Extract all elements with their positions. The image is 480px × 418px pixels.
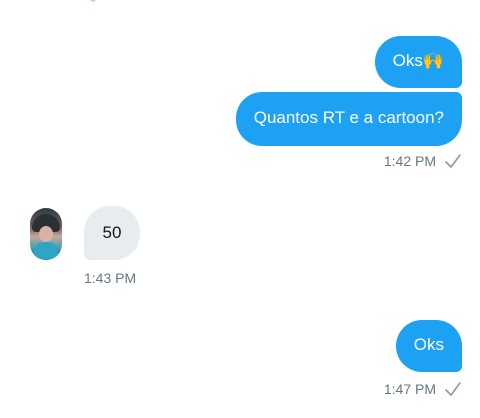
message-timestamp: 1:47 PM bbox=[383, 381, 436, 397]
message-meta: 1:42 PM bbox=[384, 153, 462, 169]
scroll-edge-mark bbox=[90, 0, 96, 2]
avatar-face bbox=[39, 226, 53, 242]
message-thread: Oks🙌 Quantos RT e a cartoon? 1:42 PM 50 … bbox=[0, 0, 480, 418]
check-icon bbox=[444, 381, 462, 397]
outgoing-message-bubble[interactable]: Oks🙌 bbox=[374, 36, 462, 88]
avatar[interactable] bbox=[30, 208, 62, 260]
check-icon bbox=[444, 153, 462, 169]
outgoing-message-bubble[interactable]: Quantos RT e a cartoon? bbox=[235, 92, 462, 146]
outgoing-message-bubble[interactable]: Oks bbox=[395, 320, 462, 372]
message-text: 50 bbox=[102, 223, 122, 242]
message-text: Quantos RT e a cartoon? bbox=[253, 108, 444, 127]
incoming-message-bubble[interactable]: 50 bbox=[84, 206, 140, 260]
message-timestamp: 1:43 PM bbox=[84, 270, 137, 286]
message-timestamp: 1:42 PM bbox=[383, 153, 436, 169]
message-text: Oks bbox=[413, 335, 444, 354]
message-text: Oks🙌 bbox=[392, 51, 444, 70]
message-meta: 1:47 PM bbox=[384, 381, 462, 397]
avatar-shirt bbox=[34, 242, 58, 260]
